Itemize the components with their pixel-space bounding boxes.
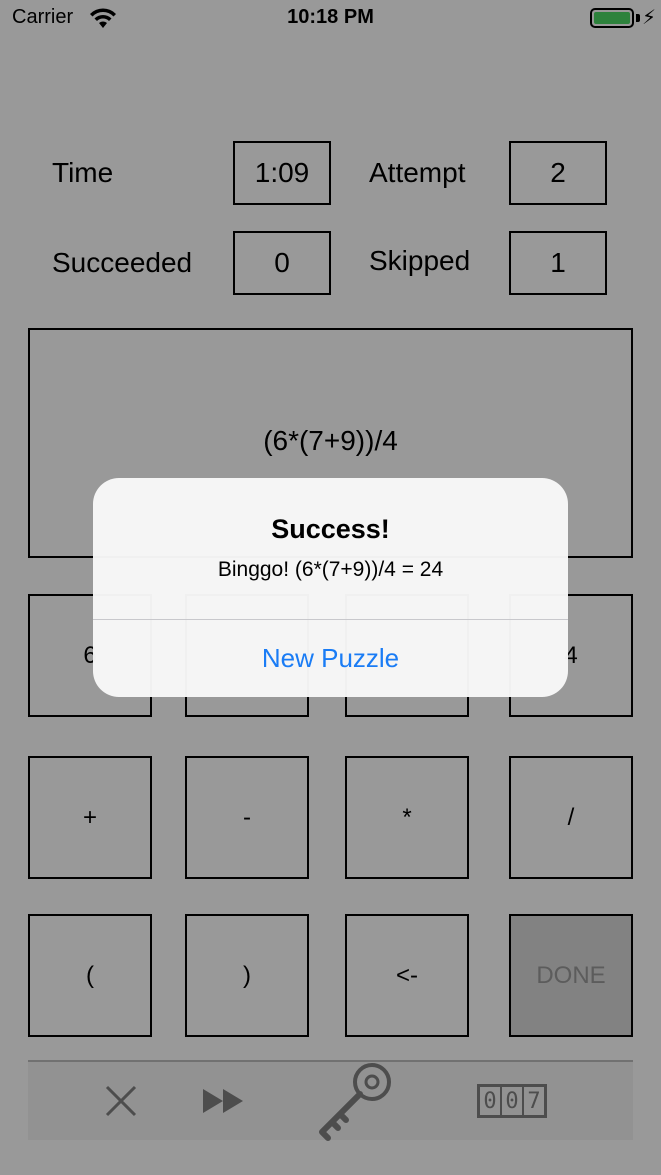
alert-title: Success! — [271, 514, 390, 544]
alert-message: Binggo! (6*(7+9))/4 = 24 — [217, 558, 444, 581]
new-puzzle-button[interactable]: New Puzzle — [93, 620, 568, 697]
success-alert: Success! Binggo! (6*(7+9))/4 = 24 New Pu… — [93, 478, 568, 697]
